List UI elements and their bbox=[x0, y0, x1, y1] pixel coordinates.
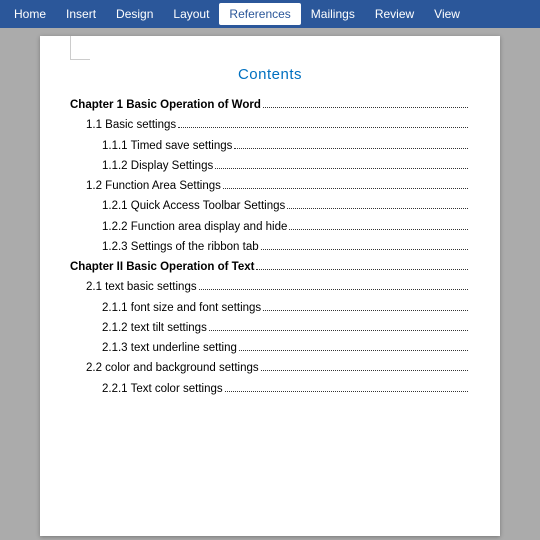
toc-dots bbox=[261, 370, 468, 371]
menu-item-layout[interactable]: Layout bbox=[163, 3, 219, 25]
toc-entry-label: 2.1.3 text underline setting bbox=[102, 340, 237, 357]
toc-entry-label: 2.1.2 text tilt settings bbox=[102, 320, 207, 337]
toc-dots bbox=[199, 289, 468, 290]
toc-dots bbox=[209, 330, 468, 331]
page-corner-fold bbox=[70, 36, 90, 60]
document-page: Contents Chapter 1 Basic Operation of Wo… bbox=[40, 36, 500, 536]
menu-bar: HomeInsertDesignLayoutReferencesMailings… bbox=[0, 0, 540, 28]
toc-dots bbox=[256, 269, 468, 270]
toc-container: Chapter 1 Basic Operation of Word 1.1 Bas… bbox=[70, 97, 470, 398]
toc-entry: 1.2.1 Quick Access Toolbar Settings bbox=[70, 198, 470, 215]
toc-entry-label: 2.1.1 font size and font settings bbox=[102, 300, 261, 317]
toc-entry: 1.1.1 Timed save settings bbox=[70, 138, 470, 155]
menu-item-review[interactable]: Review bbox=[365, 3, 424, 25]
toc-dots bbox=[225, 391, 468, 392]
menu-item-home[interactable]: Home bbox=[4, 3, 56, 25]
toc-entry-label: 1.2.1 Quick Access Toolbar Settings bbox=[102, 198, 285, 215]
toc-dots bbox=[223, 188, 468, 189]
menu-item-design[interactable]: Design bbox=[106, 3, 163, 25]
toc-entry: 2.1 text basic settings bbox=[70, 279, 470, 296]
toc-entry: 1.1 Basic settings bbox=[70, 117, 470, 134]
toc-dots bbox=[289, 229, 468, 230]
toc-entry-label: 1.2.2 Function area display and hide bbox=[102, 219, 287, 236]
toc-entry: Chapter 1 Basic Operation of Word bbox=[70, 97, 470, 114]
toc-dots bbox=[261, 249, 468, 250]
toc-entry-label: 2.1 text basic settings bbox=[86, 279, 197, 296]
toc-entry-label: 1.1.2 Display Settings bbox=[102, 158, 213, 175]
toc-dots bbox=[263, 310, 468, 311]
toc-entry: 1.2 Function Area Settings bbox=[70, 178, 470, 195]
menu-item-insert[interactable]: Insert bbox=[56, 3, 106, 25]
toc-entry: 2.2.1 Text color settings bbox=[70, 381, 470, 398]
toc-entry-label: 2.2 color and background settings bbox=[86, 360, 259, 377]
toc-entry-label: 1.2.3 Settings of the ribbon tab bbox=[102, 239, 259, 256]
toc-entry: 2.1.1 font size and font settings bbox=[70, 300, 470, 317]
toc-entry: 2.1.3 text underline setting bbox=[70, 340, 470, 357]
toc-entry-label: 1.1 Basic settings bbox=[86, 117, 176, 134]
toc-entry-label: 1.1.1 Timed save settings bbox=[102, 138, 232, 155]
menu-item-references[interactable]: References bbox=[219, 3, 300, 25]
toc-dots bbox=[215, 168, 468, 169]
toc-entry-label: 1.2 Function Area Settings bbox=[86, 178, 221, 195]
toc-entry: 1.2.2 Function area display and hide bbox=[70, 219, 470, 236]
toc-entry-label: Chapter 1 Basic Operation of Word bbox=[70, 97, 261, 114]
document-area: Contents Chapter 1 Basic Operation of Wo… bbox=[0, 28, 540, 540]
toc-entry: 1.1.2 Display Settings bbox=[70, 158, 470, 175]
menu-item-mailings[interactable]: Mailings bbox=[301, 3, 365, 25]
toc-dots bbox=[239, 350, 468, 351]
toc-dots bbox=[263, 107, 468, 108]
toc-entry-label: Chapter II Basic Operation of Text bbox=[70, 259, 254, 276]
toc-dots bbox=[178, 127, 468, 128]
toc-title: Contents bbox=[70, 66, 470, 83]
toc-entry: 1.2.3 Settings of the ribbon tab bbox=[70, 239, 470, 256]
toc-dots bbox=[234, 148, 468, 149]
toc-entry: 2.1.2 text tilt settings bbox=[70, 320, 470, 337]
toc-dots bbox=[287, 208, 468, 209]
toc-entry: Chapter II Basic Operation of Text bbox=[70, 259, 470, 276]
toc-entry: 2.2 color and background settings bbox=[70, 360, 470, 377]
toc-entry-label: 2.2.1 Text color settings bbox=[102, 381, 223, 398]
menu-item-view[interactable]: View bbox=[424, 3, 470, 25]
